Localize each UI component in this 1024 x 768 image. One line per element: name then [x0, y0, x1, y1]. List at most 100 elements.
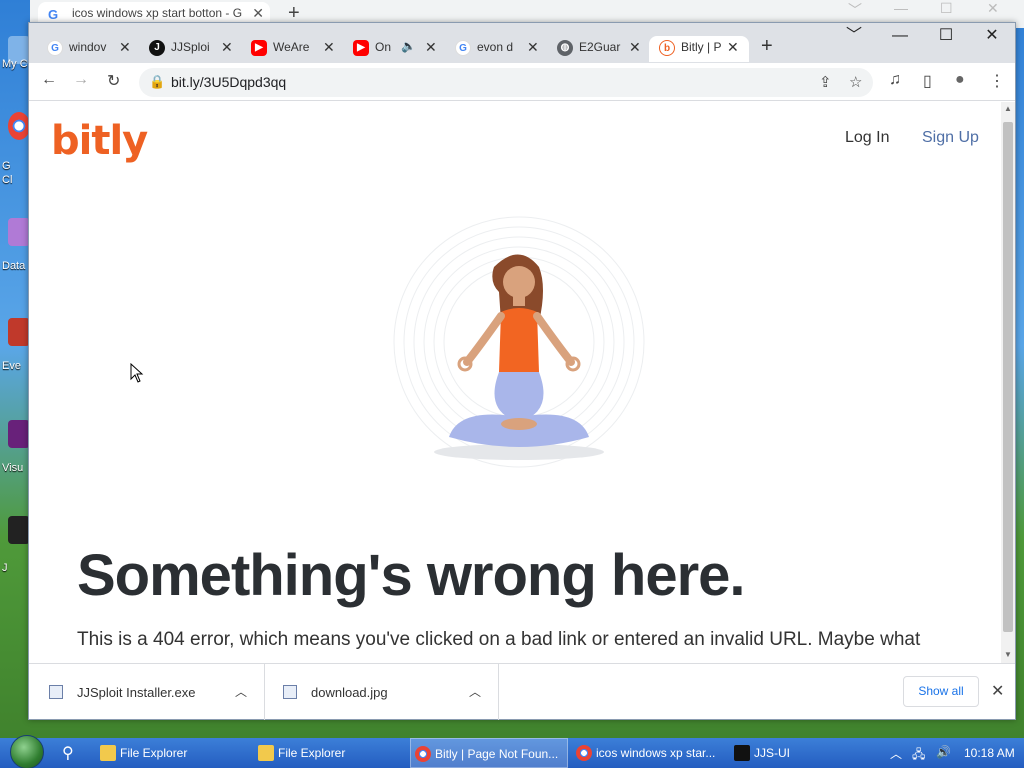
share-icon[interactable]: ⇪	[819, 73, 832, 91]
download-item[interactable]: download.jpg ︿	[265, 664, 499, 720]
tab-weare[interactable]: ▶ WeAre ✕	[241, 36, 341, 62]
taskbar-item-label: JJS-UI	[754, 746, 790, 760]
login-link[interactable]: Log In	[845, 129, 889, 147]
google-icon: G	[48, 7, 59, 22]
minimize-icon[interactable]: —	[894, 0, 908, 16]
close-tab-icon[interactable]: ✕	[221, 39, 233, 56]
chrome-icon	[576, 745, 592, 761]
desktop-icon-my-computer[interactable]: My C	[0, 36, 30, 96]
app-icon	[8, 318, 30, 346]
close-download-shelf-icon[interactable]: ✕	[991, 681, 1004, 701]
taskbar-item-chrome-icos[interactable]: icos windows xp star...	[572, 738, 724, 768]
tab-e2guardian[interactable]: ◍ E2Guar ✕	[547, 36, 647, 62]
download-item[interactable]: JJSploit Installer.exe ︿	[29, 664, 265, 720]
tab-title: On	[375, 40, 392, 54]
desktop-icon-label: J	[2, 562, 8, 574]
jjsploit-icon: J	[149, 40, 165, 56]
tab-title: Bitly | P	[681, 40, 722, 54]
close-icon[interactable]: ✕	[987, 0, 999, 17]
close-tab-icon[interactable]: ✕	[252, 5, 264, 22]
download-filename: JJSploit Installer.exe	[77, 685, 196, 700]
scroll-down-icon[interactable]: ▼	[1004, 650, 1012, 659]
tab-title: E2Guar	[579, 40, 621, 54]
close-tab-icon[interactable]: ✕	[425, 39, 437, 56]
chevron-up-icon[interactable]: ︿	[469, 683, 481, 700]
scroll-up-icon[interactable]: ▲	[1004, 104, 1012, 113]
desktop-icon-visual-studio[interactable]: Visu	[0, 420, 30, 480]
close-tab-icon[interactable]: ✕	[119, 39, 131, 56]
desktop-icon-label: Visu	[2, 462, 24, 474]
lock-icon[interactable]: 🔒	[149, 74, 165, 90]
minimize-button[interactable]: —	[877, 23, 923, 53]
show-all-downloads-button[interactable]: Show all	[903, 676, 979, 707]
taskbar-item-label: Bitly | Page Not Foun...	[435, 747, 559, 761]
page-scrollbar[interactable]: ▲ ▼	[1001, 102, 1015, 663]
desktop-icon-label: Eve	[2, 360, 21, 372]
reload-button[interactable]: ↻	[107, 71, 120, 91]
taskbar-item-label: File Explorer	[278, 746, 346, 760]
tab-search-icon[interactable]: ﹀	[848, 0, 862, 20]
start-button[interactable]	[8, 735, 46, 768]
desktop-icon-data[interactable]: Data	[0, 218, 30, 278]
exe-file-icon	[49, 685, 63, 699]
desktop-icon-eve[interactable]: Eve	[0, 318, 30, 378]
scrollbar-thumb[interactable]	[1003, 122, 1013, 632]
desktop-icon-j[interactable]: J	[0, 516, 30, 576]
tab-evon[interactable]: G evon d ✕	[445, 36, 545, 62]
profile-avatar-icon[interactable]: ●	[955, 71, 965, 89]
tab-search-icon[interactable]: ﹀	[831, 23, 877, 53]
taskbar-item-label: File Explorer	[120, 746, 188, 760]
side-panel-icon[interactable]: ▯	[923, 71, 932, 91]
search-icon[interactable]: ⚲	[62, 743, 74, 763]
desktop-icon-label: My C	[2, 58, 28, 70]
bitly-icon: b	[659, 40, 675, 56]
tab-on[interactable]: ▶ On 🔈 ✕	[343, 36, 443, 62]
app-icon	[8, 516, 30, 544]
close-tab-icon[interactable]: ✕	[527, 39, 539, 56]
maximize-icon[interactable]: ☐	[940, 0, 953, 17]
data-icon	[8, 218, 30, 246]
folder-icon	[258, 745, 274, 761]
tab-title: icos windows xp start botton - G	[72, 6, 243, 20]
taskbar-item-file-explorer[interactable]: File Explorer	[96, 738, 248, 768]
page-content: bitly Log In Sign Up Something's wrong h…	[29, 102, 1001, 663]
media-control-icon[interactable]: ♫	[889, 71, 901, 89]
tab-title: windov	[69, 40, 107, 54]
menu-icon[interactable]: ⋮	[989, 71, 1005, 91]
close-tab-icon[interactable]: ✕	[629, 39, 641, 56]
address-bar[interactable]: 🔒 bit.ly/3U5Dqpd3qq ⇪ ☆	[139, 68, 873, 97]
jjsploit-icon	[734, 745, 750, 761]
clock[interactable]: 10:18 AM	[964, 746, 1015, 760]
signup-link[interactable]: Sign Up	[922, 129, 979, 147]
meditation-illustration	[393, 216, 645, 468]
windows-logo-icon	[10, 735, 44, 768]
back-button[interactable]: ←	[41, 71, 57, 89]
close-tab-icon[interactable]: ✕	[323, 39, 335, 56]
download-shelf: JJSploit Installer.exe ︿ download.jpg ︿ …	[29, 663, 1015, 720]
tab-windows[interactable]: G windov ✕	[37, 36, 137, 62]
bookmark-star-icon[interactable]: ☆	[849, 73, 862, 91]
close-tab-icon[interactable]: ✕	[727, 39, 739, 56]
tab-jjsploit[interactable]: J JJSploi ✕	[139, 36, 239, 62]
desktop-icon-chrome[interactable]: G Cl	[0, 112, 30, 192]
chrome-icon	[8, 112, 30, 140]
google-icon: G	[455, 40, 471, 56]
url-text[interactable]: bit.ly/3U5Dqpd3qq	[171, 74, 286, 90]
audio-playing-icon[interactable]: 🔈	[401, 39, 416, 53]
taskbar-item-chrome-bitly[interactable]: Bitly | Page Not Foun...	[410, 738, 568, 768]
new-tab-button[interactable]: +	[761, 35, 773, 58]
network-icon[interactable]: 🖧	[912, 745, 925, 766]
desktop-icon-label: Data	[2, 260, 26, 272]
close-window-button[interactable]: ✕	[969, 23, 1015, 53]
tab-bitly[interactable]: b Bitly | P ✕	[649, 36, 749, 62]
taskbar-item-file-explorer[interactable]: File Explorer	[254, 738, 406, 768]
bitly-logo[interactable]: bitly	[51, 118, 148, 164]
volume-icon[interactable]: 🔊	[936, 745, 951, 759]
maximize-button[interactable]: ☐	[923, 23, 969, 53]
folder-icon	[100, 745, 116, 761]
chevron-up-icon[interactable]: ︿	[235, 683, 247, 700]
show-hidden-icons-icon[interactable]: ︿	[890, 745, 902, 762]
tab-title: JJSploi	[171, 40, 210, 54]
forward-button[interactable]: →	[73, 71, 89, 89]
taskbar-item-jjs-ui[interactable]: JJS-UI	[730, 738, 870, 768]
